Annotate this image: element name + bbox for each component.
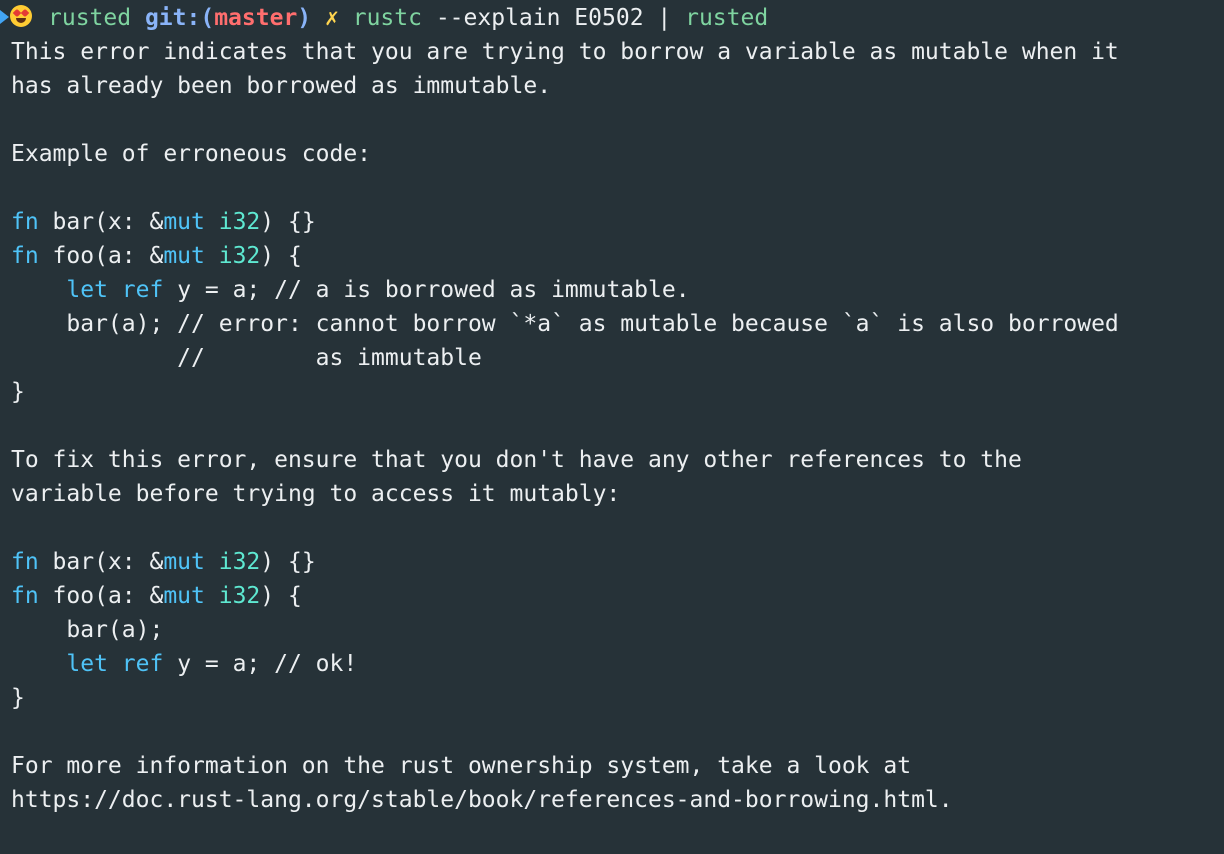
fix-text-line-1: To fix this error, ensure that you don't… bbox=[11, 447, 1022, 473]
prompt-git-close: ) bbox=[297, 5, 312, 31]
terminal-window[interactable]: rusted git:(master) ✗ rustc --explain E0… bbox=[0, 0, 1224, 854]
code-line-let-ref-ok: let ref y = a; // ok! bbox=[66, 651, 358, 677]
code-line-error-continuation: // as immutable bbox=[11, 345, 482, 371]
code-line-close-brace-fixed: } bbox=[11, 685, 25, 711]
code-line-let-ref-error: let ref y = a; // a is borrowed as immut… bbox=[66, 277, 690, 303]
shell-prompt-line: rusted git:(master) ✗ rustc --explain E0… bbox=[0, 1, 768, 35]
rust-book-link[interactable]: https://doc.rust-lang.org/stable/book/re… bbox=[11, 783, 953, 817]
code-line-foo-signature-fixed: fn foo(a: &mut i32) { bbox=[11, 583, 302, 609]
command-args: --explain E0502 | bbox=[421, 5, 686, 31]
fix-text-line-2: variable before trying to access it muta… bbox=[11, 481, 621, 507]
example-heading: Example of erroneous code: bbox=[11, 141, 372, 167]
code-line-bar-signature: fn bar(x: &mut i32) {} bbox=[11, 209, 316, 235]
code-line-bar-call-error: bar(a); // error: cannot borrow `*a` as … bbox=[11, 311, 1119, 337]
prompt-directory: rusted bbox=[48, 5, 132, 31]
prompt-arrow-icon bbox=[0, 9, 9, 24]
code-line-bar-call-ok: bar(a); bbox=[11, 617, 164, 643]
code-line-bar-signature-fixed: fn bar(x: &mut i32) {} bbox=[11, 549, 316, 575]
intro-text-line-2: has already been borrowed as immutable. bbox=[11, 73, 552, 99]
command-name: rustc bbox=[352, 5, 422, 31]
more-info-text: For more information on the rust ownersh… bbox=[11, 753, 912, 779]
code-line-close-brace: } bbox=[11, 379, 25, 405]
code-line-foo-signature: fn foo(a: &mut i32) { bbox=[11, 243, 302, 269]
prompt-git-label: git:( bbox=[144, 5, 215, 31]
prompt-git-branch: master bbox=[214, 5, 298, 31]
dirty-mark-icon: ✗ bbox=[325, 5, 339, 31]
intro-text-line-1: This error indicates that you are trying… bbox=[11, 39, 1119, 65]
heart-eyes-emoji-icon bbox=[10, 4, 32, 27]
pipe-target: rusted bbox=[685, 5, 769, 31]
